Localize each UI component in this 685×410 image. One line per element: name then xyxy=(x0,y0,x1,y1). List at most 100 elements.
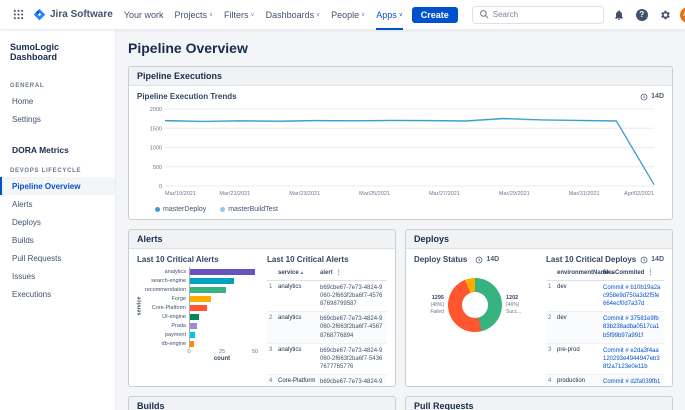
cell-env: dev xyxy=(557,315,603,321)
settings-icon[interactable] xyxy=(657,7,673,23)
column-menu-icon[interactable]: ⋮ xyxy=(647,270,653,276)
bar-prada[interactable] xyxy=(190,323,197,329)
panel-header-deploys: Deploys xyxy=(406,230,672,249)
column-alert[interactable]: alert⋮ xyxy=(320,269,385,277)
sidebar-general-items: HomeSettings xyxy=(0,92,115,128)
nav-item-label: Apps xyxy=(376,10,397,20)
bar-ui-engine[interactable] xyxy=(190,314,199,320)
bar-analytics[interactable] xyxy=(190,269,255,275)
alerts-table-rows: 1analyticsb69cbe67-7e73-4824-9060-2f663f… xyxy=(267,281,387,387)
jira-logo[interactable]: Jira Software xyxy=(33,8,113,21)
svg-text:0: 0 xyxy=(159,184,162,190)
deploy-status-donut[interactable] xyxy=(448,278,502,332)
nav-item-your-work[interactable]: Your work xyxy=(124,0,164,30)
search-input[interactable] xyxy=(493,10,597,19)
bar-zone xyxy=(189,267,255,276)
app-switcher-icon[interactable] xyxy=(10,7,26,23)
column-menu-icon[interactable]: ⋮ xyxy=(336,270,342,276)
table-row: 3analyticsb69cbe67-7e73-4824-9060-2f663f… xyxy=(267,344,387,375)
sidebar-item-settings[interactable]: Settings xyxy=(0,110,115,128)
sidebar-item-dora-metrics[interactable]: DORA Metrics xyxy=(0,140,115,159)
bar-zone xyxy=(189,339,255,348)
donut-hole xyxy=(462,292,488,318)
time-range-label: 14D xyxy=(651,93,664,100)
alerts-bar-chart: analytics search-enginerecommendation Forg… xyxy=(145,267,259,348)
create-button[interactable]: Create xyxy=(412,7,458,23)
row-index: 2 xyxy=(269,315,278,321)
clock-icon xyxy=(475,256,483,264)
help-icon[interactable]: ? xyxy=(634,7,650,23)
avatar[interactable]: AB xyxy=(680,7,685,23)
bar-payment[interactable] xyxy=(190,332,195,338)
nav-item-dashboards[interactable]: Dashboards∨ xyxy=(266,0,321,30)
time-range-pipeline[interactable]: 14D xyxy=(640,93,664,101)
table-row: 4Core-Platformb69cbe67-7e73-4824-9060-2f… xyxy=(267,375,387,387)
bar-category-label: search-engine xyxy=(145,278,189,284)
sidebar-item-issues[interactable]: Issues xyxy=(0,267,115,285)
legend-item-masterDeploy[interactable]: masterDeploy xyxy=(155,206,206,213)
nav-item-apps[interactable]: Apps∨ xyxy=(376,0,403,30)
cell-env: dev xyxy=(557,284,603,290)
bar-core-platform[interactable] xyxy=(190,305,207,311)
cell-service: analytics xyxy=(278,284,320,290)
legend-dot xyxy=(220,207,225,212)
sidebar-item-deploys[interactable]: Deploys xyxy=(0,213,115,231)
sidebar-devops-items: Pipeline OverviewAlertsDeploysBuildsPull… xyxy=(0,177,115,303)
panel-pull-requests: Pull Requests xyxy=(405,396,673,410)
commit-link[interactable]: Commit # b10b19a2ac958e9d750a3d2f5fe664e… xyxy=(603,284,662,308)
column-environment-name[interactable]: environmentName▴ xyxy=(557,270,603,276)
row-index: 4 xyxy=(548,378,557,384)
legend-item-masterBuildTest[interactable]: masterBuildTest xyxy=(220,206,278,213)
sidebar-item-executions[interactable]: Executions xyxy=(0,285,115,303)
deploy-status-section: Deploy Status 14D 1295(48%)Failed 1202(4… xyxy=(414,255,538,387)
chevron-down-icon: ∨ xyxy=(316,12,320,18)
bar-recommendation[interactable] xyxy=(190,287,226,293)
cell-env: production xyxy=(557,378,603,384)
sidebar-item-alerts[interactable]: Alerts xyxy=(0,195,115,213)
sidebar-item-builds[interactable]: Builds xyxy=(0,231,115,249)
table-row: 1devCommit # b10b19a2ac958e9d750a3d2f5fe… xyxy=(546,281,664,312)
deploy-status-title: Deploy Status xyxy=(414,255,467,264)
commit-link[interactable]: Commit # d2fa039fb1fad050d2cd5d xyxy=(603,378,662,387)
table-row: 3pre-prodCommit # e2da3f4aa120293e494494… xyxy=(546,344,664,375)
svg-text:Mar/19/2021: Mar/19/2021 xyxy=(165,191,196,197)
bar-category-label: Forge xyxy=(145,296,189,302)
panel-header-pull-requests: Pull Requests xyxy=(406,397,672,410)
nav-item-projects[interactable]: Projects∨ xyxy=(175,0,214,30)
nav-item-filters[interactable]: Filters∨ xyxy=(224,0,255,30)
row-index: 3 xyxy=(269,347,278,353)
row-index: 2 xyxy=(548,315,557,321)
column-service[interactable]: service▴ xyxy=(278,270,320,276)
time-range-deploy-status[interactable]: 14D xyxy=(475,256,499,264)
commit-link[interactable]: Commit # e2da3f4aa120293e4944947eb38f2a7… xyxy=(603,347,662,371)
column-files-commited[interactable]: filesCommited⋮ xyxy=(603,269,662,277)
donut-callout-right: 1202(46%)Succ... xyxy=(506,295,536,316)
notifications-icon[interactable] xyxy=(611,7,627,23)
svg-text:Mar/25/2021: Mar/25/2021 xyxy=(359,191,390,197)
bar-category-label: UI-engine xyxy=(145,314,189,320)
svg-text:2000: 2000 xyxy=(150,107,162,113)
panel-deploys: Deploys Deploy Status 14D 1295(48%)Faile… xyxy=(405,229,673,387)
chart-title: Pipeline Execution Trends xyxy=(137,92,237,101)
commit-link[interactable]: Commit # 37581e9fb83b238adba0517ca1b5f99… xyxy=(603,315,662,339)
svg-text:Apr/02/2021: Apr/02/2021 xyxy=(624,191,654,197)
sort-asc-icon: ▴ xyxy=(301,270,304,276)
row-index: 4 xyxy=(269,378,278,384)
sidebar-item-pipeline-overview[interactable]: Pipeline Overview xyxy=(0,177,115,195)
legend-label: masterDeploy xyxy=(163,206,206,213)
alerts-table-section: Last 10 Critical Alerts service▴ alert⋮ … xyxy=(267,255,387,387)
nav-item-people[interactable]: People∨ xyxy=(331,0,365,30)
bar-db-engine[interactable] xyxy=(190,341,194,347)
sidebar-item-pull-requests[interactable]: Pull Requests xyxy=(0,249,115,267)
bar-row: recommendation xyxy=(145,285,259,294)
bar-category-label: analytics xyxy=(145,269,189,275)
bar-forge[interactable] xyxy=(190,296,211,302)
bar-search-engine[interactable] xyxy=(190,278,234,284)
dashboard-title: SumoLogic Dashboard xyxy=(0,40,115,74)
nav-item-label: Dashboards xyxy=(266,10,315,20)
time-range-deploys-table[interactable]: 14D xyxy=(640,256,664,264)
deploy-status-chart: 1295(48%)Failed 1202(46%)Succ... xyxy=(414,278,538,332)
sidebar-item-home[interactable]: Home xyxy=(0,92,115,110)
column-label: filesCommited xyxy=(603,270,644,276)
panel-body-pipeline-executions: Pipeline Execution Trends 14D 0500100015… xyxy=(129,86,672,219)
